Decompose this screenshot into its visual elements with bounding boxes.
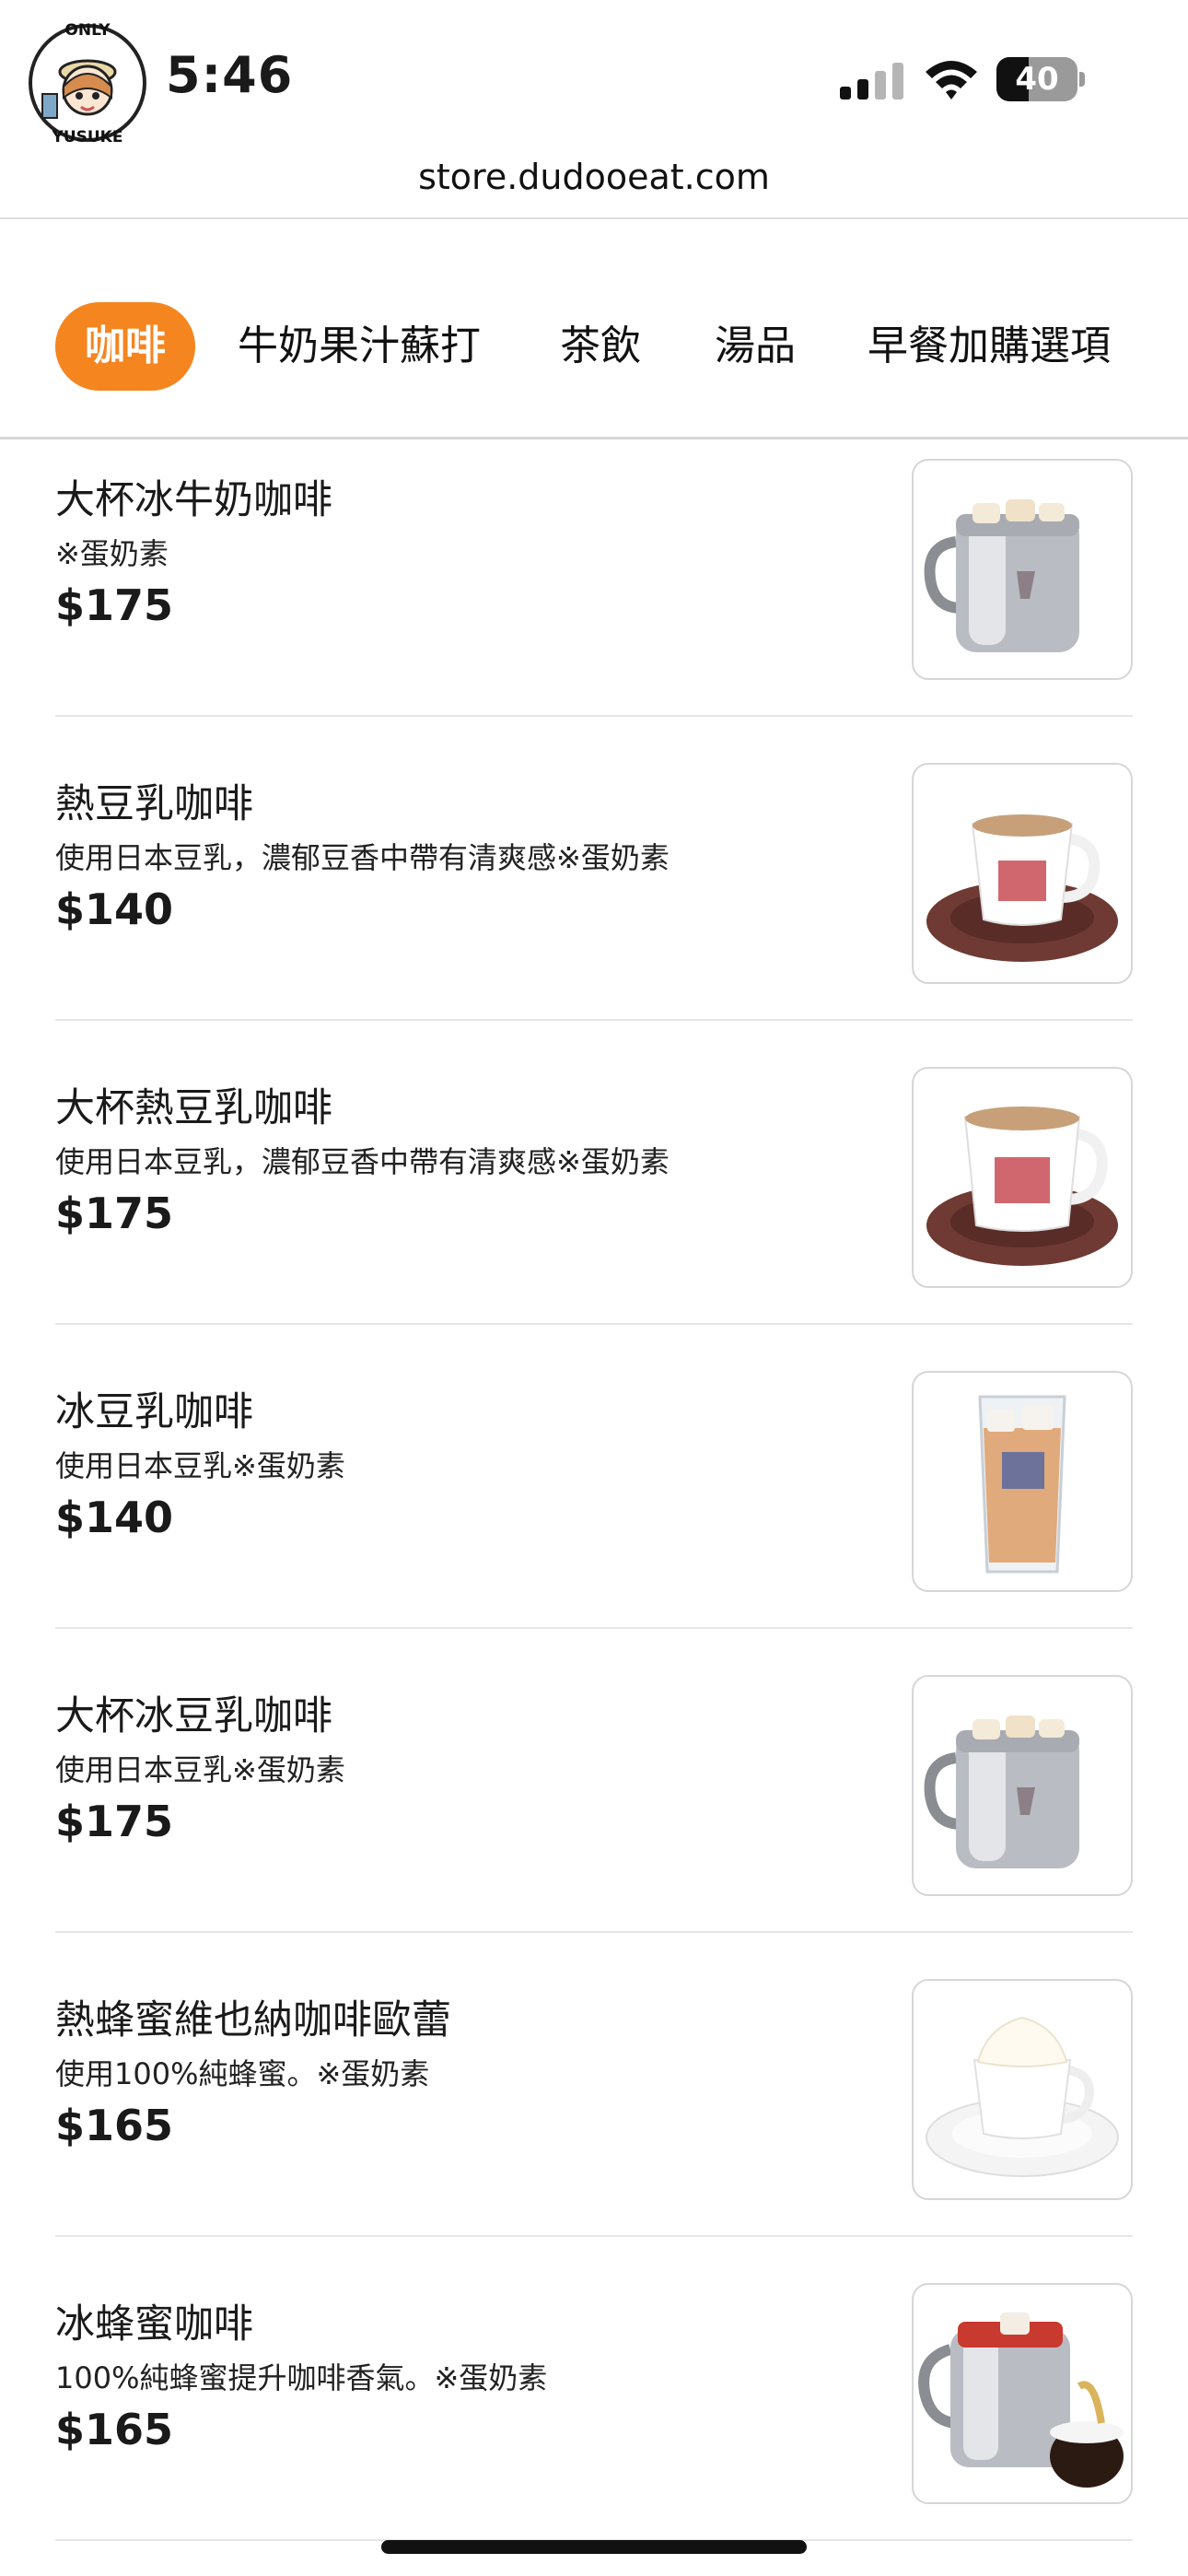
coffee-cup-saucer-icon (926, 814, 1118, 962)
item-description: 使用日本豆乳，濃郁豆香中帶有清爽感※蛋奶素 (55, 1144, 670, 1179)
menu-item[interactable]: 大杯冰豆乳咖啡 使用日本豆乳※蛋奶素 $175 (0, 1658, 1188, 1962)
item-price: $175 (55, 1797, 174, 1846)
item-image[interactable] (912, 1371, 1133, 1592)
menu-item[interactable]: 熱豆乳咖啡 使用日本豆乳，濃郁豆香中帶有清爽感※蛋奶素 $140 (0, 746, 1188, 1050)
item-name: 熱豆乳咖啡 (55, 781, 253, 827)
item-description: 使用100%純蜂蜜。※蛋奶素 (55, 2056, 430, 2091)
divider (55, 1627, 1133, 1629)
cream-cup-icon (926, 2016, 1119, 2177)
divider (55, 1931, 1133, 1933)
item-image[interactable] (912, 2283, 1133, 2504)
iced-glass-icon (978, 1395, 1066, 1574)
menu-item[interactable]: 大杯熱豆乳咖啡 使用日本豆乳，濃郁豆香中帶有清爽感※蛋奶素 $175 (0, 1050, 1188, 1354)
battery-percent: 40 (1015, 61, 1059, 98)
tab-soup[interactable]: 湯品 (715, 302, 796, 391)
menu-item[interactable]: 大杯冰牛奶咖啡 ※蛋奶素 $175 (0, 442, 1188, 746)
item-name: 大杯冰牛奶咖啡 (55, 477, 332, 523)
item-description: 100%純蜂蜜提升咖啡香氣。※蛋奶素 (55, 2360, 548, 2395)
logo-text-top: ONLY (64, 21, 111, 40)
tab-coffee[interactable]: 咖啡 (55, 302, 195, 391)
status-bar: ONLY YUSUKE 5:46 40 (0, 0, 1188, 157)
divider (55, 1019, 1133, 1021)
item-name: 大杯冰豆乳咖啡 (55, 1693, 332, 1739)
menu-item[interactable]: 冰豆乳咖啡 使用日本豆乳※蛋奶素 $140 (0, 1354, 1188, 1658)
logo-text-bottom: YUSUKE (52, 128, 123, 146)
item-description: 使用日本豆乳※蛋奶素 (55, 1752, 345, 1787)
tab-breakfast-addons[interactable]: 早餐加購選項 (868, 302, 1111, 391)
item-description: ※蛋奶素 (55, 536, 169, 571)
item-image[interactable] (912, 1675, 1133, 1896)
tabs-divider (0, 437, 1188, 439)
item-description: 使用日本豆乳※蛋奶素 (55, 1448, 345, 1483)
item-image[interactable] (912, 1067, 1133, 1288)
item-price: $175 (55, 1188, 174, 1238)
clock: 5:46 (166, 46, 294, 104)
tab-milk-juice-soda[interactable]: 牛奶果汁蘇打 (238, 302, 481, 391)
avatar: ONLY YUSUKE (29, 21, 146, 146)
large-coffee-cup-saucer-icon (926, 1107, 1118, 1266)
item-price: $165 (55, 2405, 174, 2454)
item-description: 使用日本豆乳，濃郁豆香中帶有清爽感※蛋奶素 (55, 840, 670, 875)
wifi-icon (926, 61, 977, 100)
item-name: 冰豆乳咖啡 (55, 1389, 253, 1435)
iced-honey-mug-icon (918, 2313, 1124, 2488)
item-image[interactable] (912, 459, 1133, 680)
item-name: 熱蜂蜜維也納咖啡歐蕾 (55, 1997, 451, 2043)
category-tabs: 咖啡 牛奶果汁蘇打 茶飲 湯品 早餐加購選項 (0, 302, 1188, 391)
item-name: 冰蜂蜜咖啡 (55, 2301, 253, 2348)
divider (55, 1323, 1133, 1325)
divider (55, 715, 1133, 717)
battery-icon: 40 (996, 57, 1085, 101)
home-indicator[interactable] (381, 2540, 807, 2554)
item-image[interactable] (912, 763, 1133, 984)
url-bar[interactable]: store.dudooeat.com (0, 157, 1188, 216)
item-image[interactable] (912, 1979, 1133, 2200)
item-price: $140 (55, 1493, 174, 1542)
item-price: $140 (55, 884, 174, 934)
divider (0, 217, 1188, 219)
tab-tea[interactable]: 茶飲 (560, 302, 641, 391)
divider (55, 2235, 1133, 2237)
item-price: $165 (55, 2101, 174, 2150)
signal-icon (840, 63, 903, 100)
menu-item[interactable]: 冰蜂蜜咖啡 100%純蜂蜜提升咖啡香氣。※蛋奶素 $165 (0, 2266, 1188, 2570)
menu-item[interactable]: 熱蜂蜜維也納咖啡歐蕾 使用100%純蜂蜜。※蛋奶素 $165 (0, 1962, 1188, 2266)
iced-mug-icon (924, 499, 1079, 652)
item-name: 大杯熱豆乳咖啡 (55, 1085, 332, 1131)
item-price: $175 (55, 580, 174, 630)
iced-mug-icon (924, 1715, 1079, 1868)
app-screen: ONLY YUSUKE 5:46 40 store.dudooeat.com 咖… (0, 0, 1188, 2576)
